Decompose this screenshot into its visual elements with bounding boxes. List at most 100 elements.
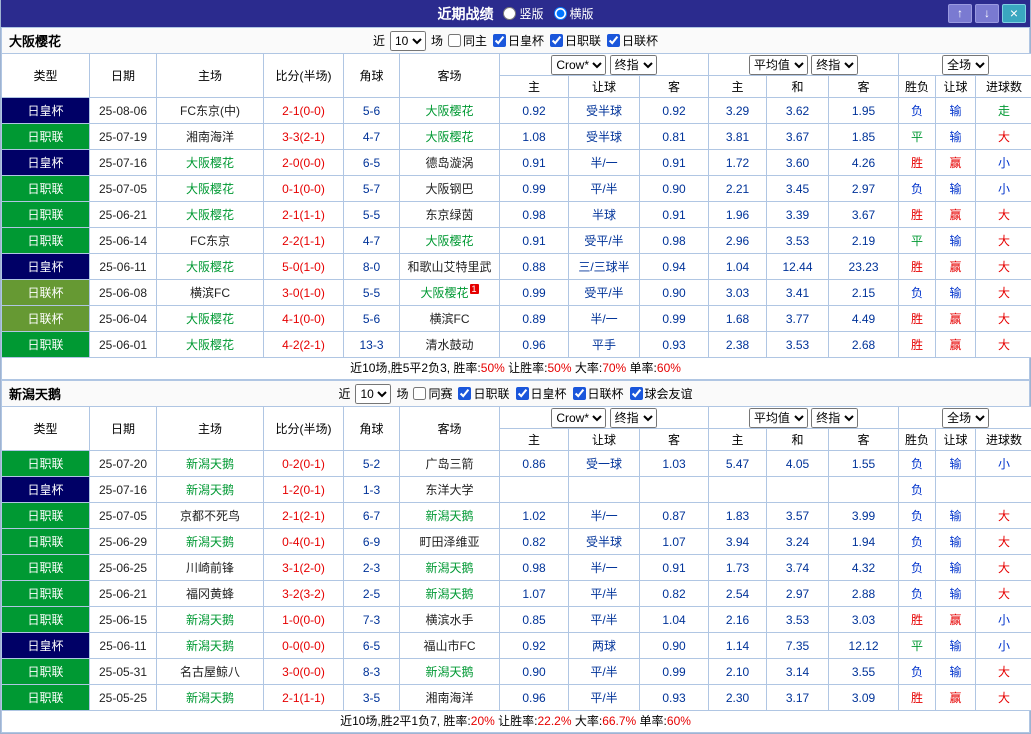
handicap-result-cell: 输 — [935, 175, 977, 202]
filter-checkbox-input[interactable] — [458, 387, 472, 400]
odds-final-select[interactable]: 终指 — [609, 407, 657, 428]
league-cell: 日皇杯 — [1, 253, 90, 280]
home-team-cell: 新潟天鹅 — [156, 450, 264, 477]
avg-away-cell: 4.32 — [828, 554, 900, 581]
result-cell: 平 — [898, 123, 937, 150]
sub-header-goals: 进球数 — [975, 75, 1031, 98]
corner-cell: 6-5 — [343, 632, 400, 659]
layout-vertical-radio[interactable]: 竖版 — [503, 5, 544, 22]
sub-header-result: 胜负 — [898, 75, 937, 98]
avg-select[interactable]: 平均值 — [748, 54, 808, 75]
avg-home-cell: 2.16 — [708, 606, 768, 633]
away-odds-cell: 1.07 — [638, 528, 710, 555]
avg-home-cell: 5.47 — [708, 450, 768, 477]
layout-horizontal-radio[interactable]: 横版 — [553, 5, 594, 22]
filter-checkbox-label: 同主 — [462, 34, 487, 48]
avg-away-cell: 3.09 — [828, 684, 900, 711]
filter-checkbox-球会友谊[interactable]: 球会友谊 — [629, 385, 693, 402]
handicap-result-cell: 输 — [935, 554, 977, 581]
summary-text: 50% — [547, 361, 572, 375]
home-odds-cell: 0.98 — [499, 201, 569, 228]
sub-header-avg-draw: 和 — [766, 75, 830, 98]
close-button[interactable]: × — [1002, 4, 1026, 23]
filter-checkbox-日皇杯[interactable]: 日皇杯 — [493, 32, 544, 49]
odds-company-select[interactable]: Crow* — [551, 407, 607, 428]
filter-checkbox-input[interactable] — [607, 34, 621, 47]
title-bar: 近期战绩 竖版 横版 ↑ ↓ × — [1, 0, 1030, 27]
scope-select[interactable]: 全场 — [942, 407, 990, 428]
move-up-button[interactable]: ↑ — [948, 4, 972, 23]
recent-count-select[interactable]: 10 — [355, 383, 392, 404]
layout-horizontal-radio-input[interactable] — [553, 7, 567, 20]
league-cell: 日皇杯 — [1, 149, 90, 176]
avg-draw-cell: 3.39 — [766, 201, 830, 228]
move-down-button[interactable]: ↓ — [975, 4, 999, 23]
sub-header-odds-away: 客 — [638, 75, 710, 98]
home-odds-cell: 0.86 — [499, 450, 569, 477]
odds-company-select[interactable]: Crow* — [551, 54, 607, 75]
col-header-date: 日期 — [89, 406, 157, 451]
sub-header-handicap-result: 让球 — [935, 428, 977, 451]
filter-checkbox-input[interactable] — [629, 387, 643, 400]
scope-select[interactable]: 全场 — [942, 54, 990, 75]
goals-result-cell: 大 — [975, 502, 1031, 529]
home-team-cell: 湘南海洋 — [156, 123, 264, 150]
away-odds-cell: 0.91 — [638, 554, 710, 581]
score-cell: 5-0(1-0) — [263, 253, 344, 280]
avg-final-select[interactable]: 终指 — [811, 54, 859, 75]
filter-checkbox-日职联[interactable]: 日职联 — [458, 385, 510, 402]
avg-away-cell: 1.85 — [828, 123, 900, 150]
handicap-result-cell: 输 — [935, 580, 977, 607]
avg-draw-cell: 3.67 — [766, 123, 830, 150]
filter-checkbox-日联杯[interactable]: 日联杯 — [572, 385, 624, 402]
avg-select[interactable]: 平均值 — [748, 407, 808, 428]
filter-checkbox-input[interactable] — [572, 387, 586, 400]
filter-checkbox-日联杯[interactable]: 日联杯 — [607, 32, 658, 49]
home-team-cell: 大阪樱花 — [156, 149, 264, 176]
corner-cell: 8-3 — [343, 658, 400, 685]
avg-final-select[interactable]: 终指 — [811, 407, 859, 428]
corner-cell: 2-3 — [343, 554, 400, 581]
sub-header-odds-away: 客 — [638, 428, 710, 451]
match-row: 日职联 25-05-31 名古屋鲸八 3-0(0-0) 8-3 新潟天鹅 0.90 平/半 0.… — [1, 658, 1031, 685]
sub-header-avg-home: 主 — [708, 75, 768, 98]
match-row: 日职联 25-06-01 大阪樱花 4-2(2-1) 13-3 清水鼓动 0.96 平手 0.9… — [1, 331, 1031, 358]
avg-away-cell: 3.67 — [828, 201, 900, 228]
recent-count-select[interactable]: 10 — [389, 30, 426, 51]
result-cell: 负 — [898, 450, 937, 477]
away-odds-cell: 0.91 — [638, 201, 710, 228]
filter-checkbox-input[interactable] — [493, 34, 506, 47]
score-cell: 0-2(0-1) — [263, 450, 344, 477]
filter-checkbox-同赛[interactable]: 同赛 — [413, 385, 452, 402]
odds-final-select[interactable]: 终指 — [609, 54, 657, 75]
filter-checkbox-日皇杯[interactable]: 日皇杯 — [515, 385, 567, 402]
filter-checkbox-input[interactable] — [550, 34, 564, 47]
date-cell: 25-06-21 — [89, 201, 157, 228]
section-header: 新潟天鹅 近 10 场 同赛 日职联 日皇杯 日联杯 球会友谊 — [1, 380, 1030, 406]
avg-away-cell: 2.15 — [828, 279, 900, 306]
filter-checkbox-日职联[interactable]: 日职联 — [550, 32, 601, 49]
avg-away-cell: 23.23 — [828, 253, 900, 280]
match-row: 日职联 25-07-20 新潟天鹅 0-2(0-1) 5-2 广岛三箭 0.86 受一球 1.0… — [1, 450, 1031, 477]
avg-home-cell: 1.96 — [708, 201, 768, 228]
filter-checkbox-input[interactable] — [447, 34, 461, 47]
league-cell: 日职联 — [1, 580, 90, 607]
layout-vertical-radio-input[interactable] — [503, 7, 517, 20]
handicap-cell: 半/一 — [568, 305, 640, 332]
match-row: 日皇杯 25-06-11 新潟天鹅 0-0(0-0) 6-5 福山市FC 0.92 两球 0.9… — [1, 632, 1031, 659]
filter-checkbox-input[interactable] — [413, 387, 427, 400]
filter-checkbox-同主[interactable]: 同主 — [447, 32, 487, 49]
filter-checkbox-label: 日职联 — [565, 34, 602, 48]
filter-checkbox-input[interactable] — [515, 387, 529, 400]
handicap-result-cell: 输 — [935, 658, 977, 685]
summary-text: 让胜率: — [504, 361, 548, 375]
odds-group-header: Crow* 终指 — [498, 53, 710, 76]
avg-away-cell: 4.26 — [828, 149, 900, 176]
home-team-cell: 新潟天鹅 — [156, 684, 264, 711]
col-header-away: 客场 — [399, 406, 500, 451]
red-card-badge: 1 — [469, 284, 479, 294]
avg-draw-cell: 2.97 — [766, 580, 830, 607]
date-cell: 25-07-16 — [89, 149, 157, 176]
col-header-corner: 角球 — [343, 53, 400, 98]
match-row: 日职联 25-06-21 大阪樱花 2-1(1-1) 5-5 东京绿茵 0.98 半球 0.91… — [1, 201, 1031, 228]
